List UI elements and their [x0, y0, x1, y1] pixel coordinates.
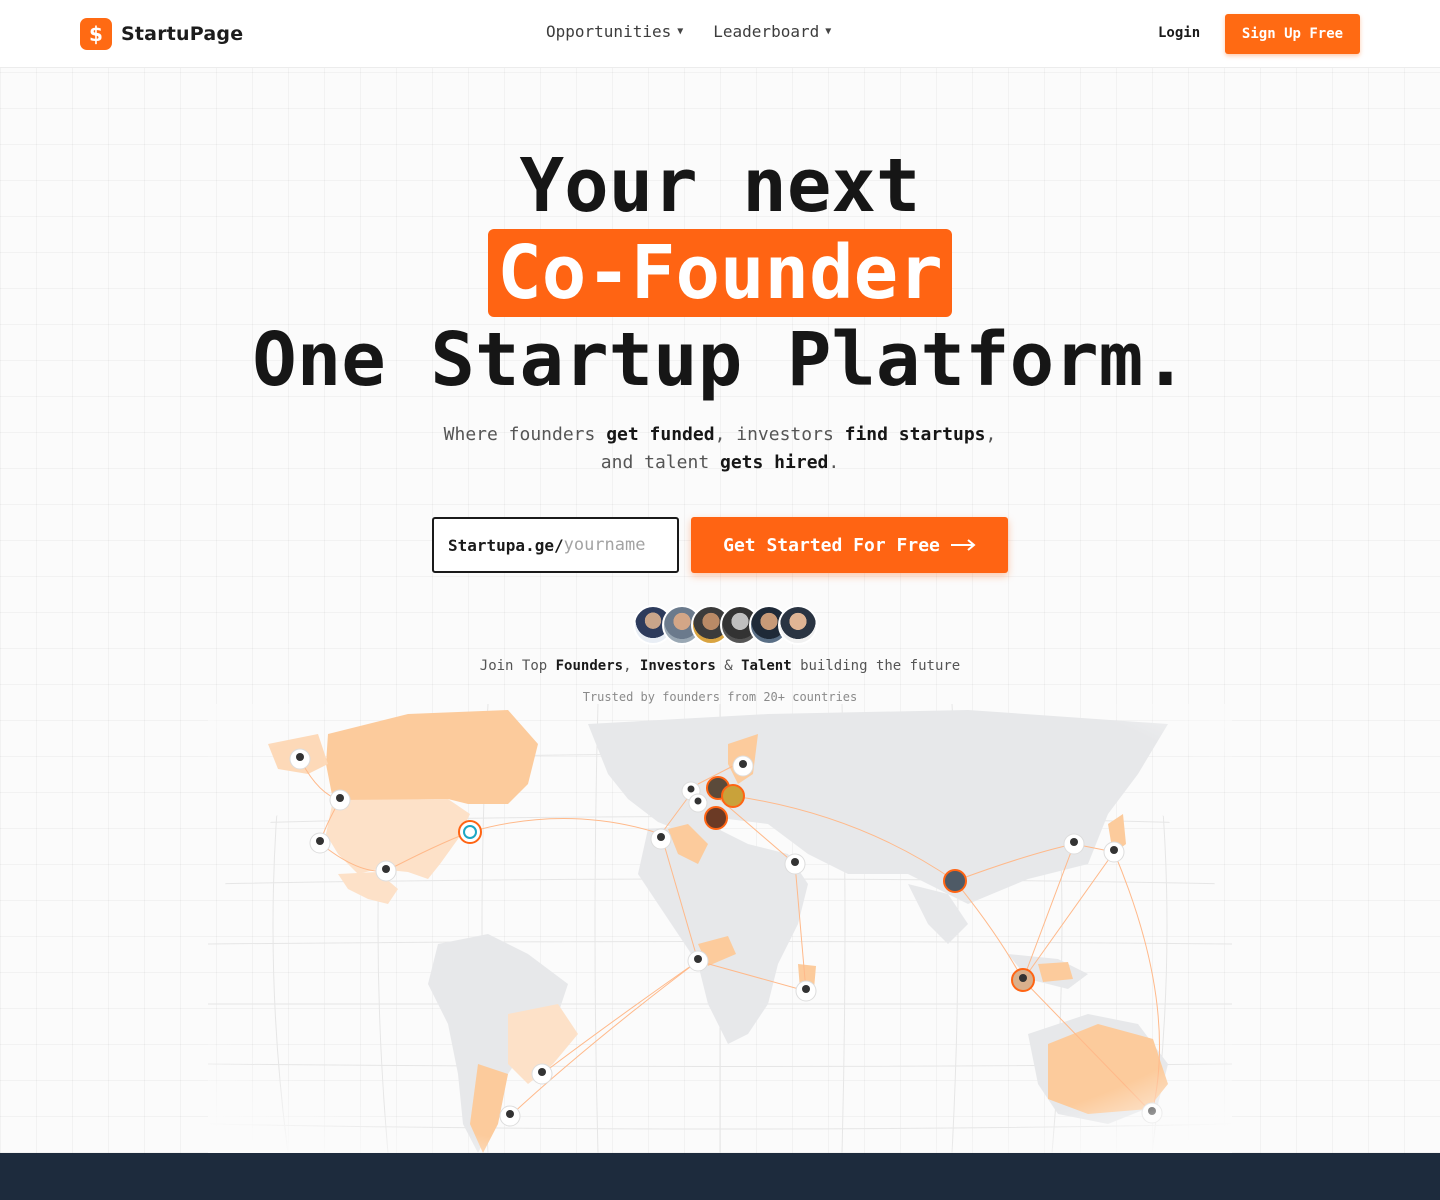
logo-icon: $	[80, 18, 112, 50]
subtitle-text: Where founders	[443, 424, 607, 445]
subtitle-text: and talent	[600, 452, 720, 473]
trusted-caption: Trusted by founders from 20+ countries	[582, 690, 858, 704]
map-edge-fade	[208, 704, 1232, 1153]
dark-section-band	[0, 1153, 1440, 1200]
login-link[interactable]: Login	[1158, 25, 1200, 41]
subtitle-text: ,	[985, 424, 997, 445]
subtitle-emphasis: find startups	[844, 424, 986, 445]
join-text-part: building the future	[791, 658, 961, 674]
url-prefix: Startupa.ge/	[448, 535, 564, 555]
sign-up-button[interactable]: Sign Up Free	[1225, 14, 1360, 54]
join-text-part: Join Top	[479, 658, 556, 674]
hero-subtitle-line-1: Where founders get funded, investors fin…	[0, 421, 1440, 449]
get-started-label: Get Started For Free	[723, 534, 940, 556]
join-text: Join Top Founders, Investors & Talent bu…	[0, 658, 1440, 674]
headline-highlight: Co-Founder	[497, 230, 943, 316]
main-nav: Opportunities ▼ Leaderboard ▼	[546, 22, 831, 41]
subtitle-emphasis: gets hired	[720, 452, 829, 473]
logo-text: StartuPage	[121, 23, 244, 45]
subtitle-text: .	[828, 452, 840, 473]
member-avatars	[633, 605, 818, 645]
subtitle-emphasis: get funded	[606, 424, 715, 445]
headline-line-3: One Startup Platform.	[252, 317, 1188, 403]
nav-leaderboard-label: Leaderboard	[713, 22, 820, 41]
join-investors: Investors	[639, 658, 716, 674]
chevron-down-icon: ▼	[677, 26, 684, 37]
avatar	[778, 605, 818, 645]
headline-line-1: Your next	[519, 143, 921, 229]
username-input[interactable]	[563, 535, 674, 555]
subtitle-text: , investors	[714, 424, 845, 445]
arrow-right-icon	[950, 539, 976, 551]
top-navigation-bar: $ StartuPage Opportunities ▼ Leaderboard…	[0, 0, 1440, 68]
nav-opportunities-label: Opportunities	[546, 22, 672, 41]
nav-leaderboard[interactable]: Leaderboard ▼	[713, 22, 831, 41]
join-text-part: ,	[623, 658, 640, 674]
username-field[interactable]: Startupa.ge/	[432, 517, 679, 573]
chevron-down-icon: ▼	[825, 26, 832, 37]
world-map	[208, 704, 1232, 1153]
join-talent: Talent	[741, 658, 792, 674]
hero-subtitle-line-2: and talent gets hired.	[0, 449, 1440, 477]
logo[interactable]: $ StartuPage	[80, 18, 243, 50]
nav-opportunities[interactable]: Opportunities ▼	[546, 22, 683, 41]
join-founders: Founders	[555, 658, 624, 674]
get-started-button[interactable]: Get Started For Free	[691, 517, 1008, 573]
join-text-part: &	[715, 658, 742, 674]
